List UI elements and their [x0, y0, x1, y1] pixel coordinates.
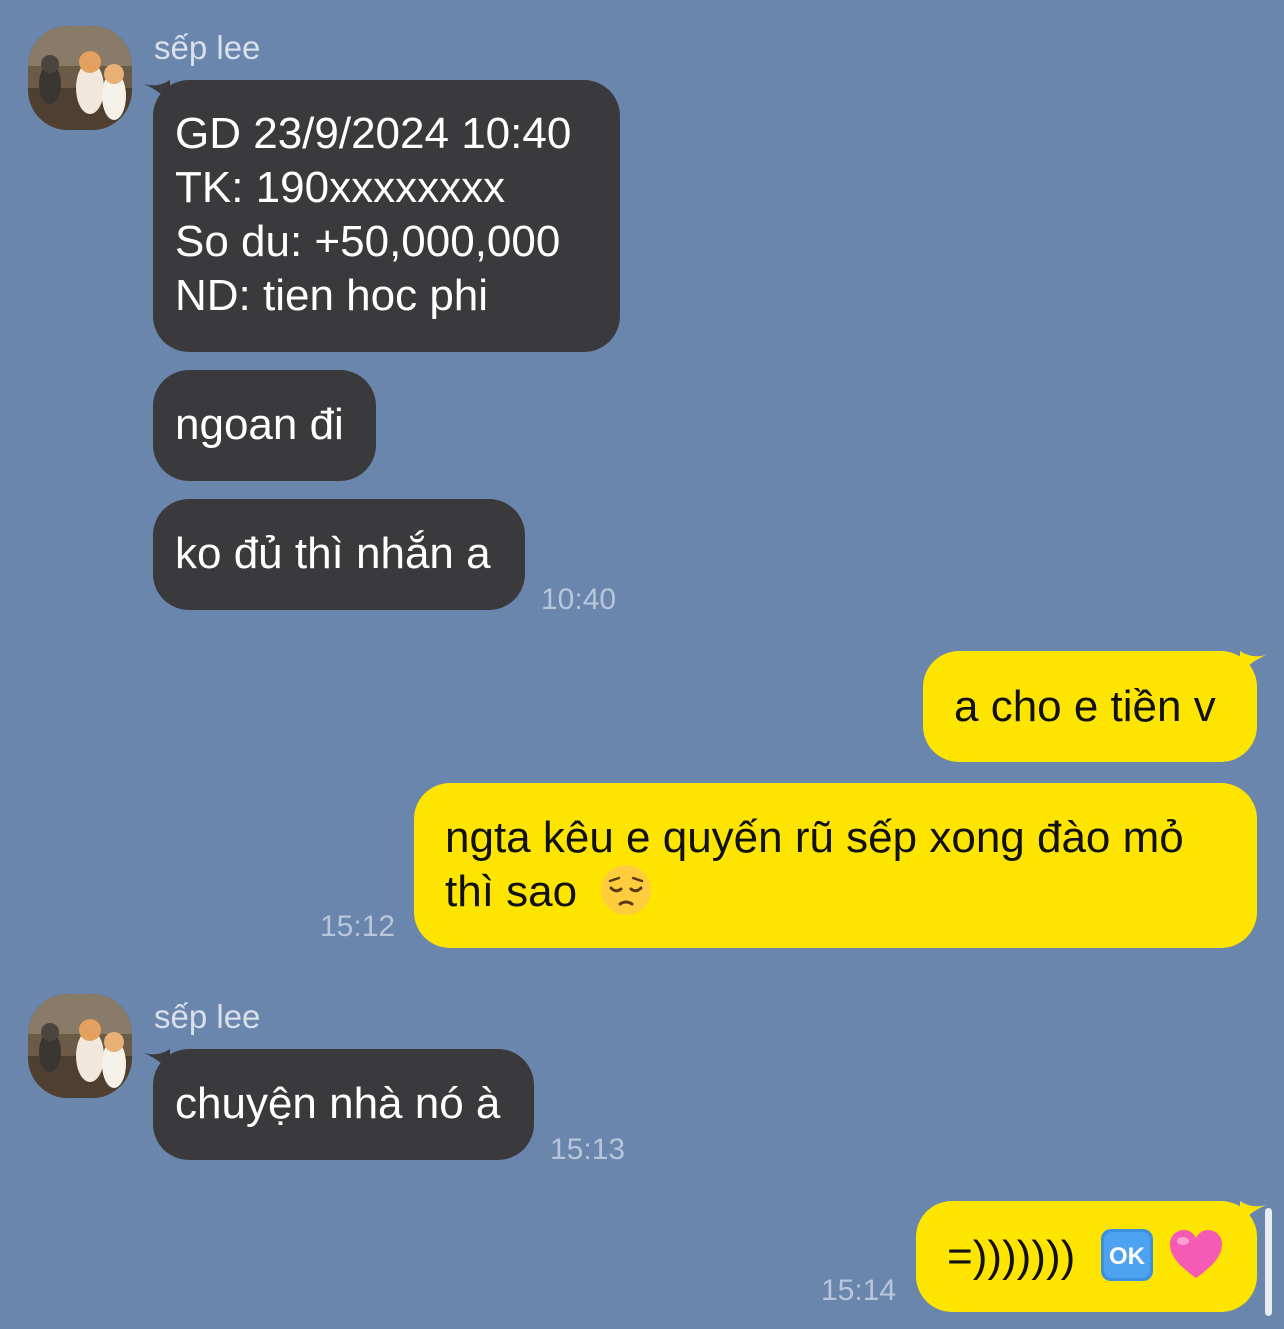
message-text: thì sao — [445, 867, 578, 916]
pensive-face-emoji-icon — [601, 865, 652, 916]
message-timestamp: 15:14 — [821, 1274, 897, 1307]
message-timestamp: 10:40 — [541, 583, 617, 616]
svg-text:OK: OK — [1109, 1243, 1146, 1270]
sender-name: sếp lee — [154, 998, 261, 1035]
message-text: ngoan đi — [175, 400, 344, 449]
message-text: chuyện nhà nó à — [175, 1079, 501, 1128]
message-bubble-bank-notice[interactable]: GD 23/9/2024 10:40 TK: 190xxxxxxxx So du… — [153, 80, 620, 352]
message-text: a cho e tiền v — [954, 682, 1216, 731]
message-bubble[interactable]: a cho e tiền v — [923, 651, 1257, 762]
scrollbar[interactable] — [1265, 1208, 1272, 1316]
pink-heart-emoji-icon — [1169, 1230, 1222, 1279]
cats-photo-icon — [28, 994, 132, 1098]
sender-avatar[interactable] — [28, 26, 132, 130]
message-bubble[interactable]: ko đủ thì nhắn a — [153, 499, 525, 610]
sender-avatar[interactable] — [28, 994, 132, 1098]
message-line: =))))))) OK — [947, 1229, 1257, 1284]
message-text: ko đủ thì nhắn a — [175, 529, 491, 578]
message-line: So du: +50,000,000 — [175, 217, 561, 266]
message-bubble[interactable]: ngta kêu e quyến rũ sếp xong đào mỏ thì … — [414, 783, 1257, 948]
message-line: ND: tien hoc phi — [175, 271, 489, 320]
message-timestamp: 15:13 — [550, 1133, 626, 1166]
message-line: ngta kêu e quyến rũ sếp xong đào mỏ — [445, 813, 1184, 862]
message-line: GD 23/9/2024 10:40 — [175, 109, 572, 158]
message-line: thì sao — [445, 865, 1257, 919]
message-line: TK: 190xxxxxxxx — [175, 163, 506, 212]
message-bubble[interactable]: chuyện nhà nó à — [153, 1049, 534, 1160]
cats-photo-icon — [28, 26, 132, 130]
sender-name: sếp lee — [154, 29, 261, 66]
ok-button-emoji-icon: OK — [1100, 1229, 1153, 1282]
message-timestamp: 15:12 — [320, 910, 396, 943]
message-text: =))))))) — [947, 1232, 1076, 1281]
message-bubble[interactable]: =))))))) OK — [916, 1201, 1257, 1312]
message-bubble[interactable]: ngoan đi — [153, 370, 376, 481]
